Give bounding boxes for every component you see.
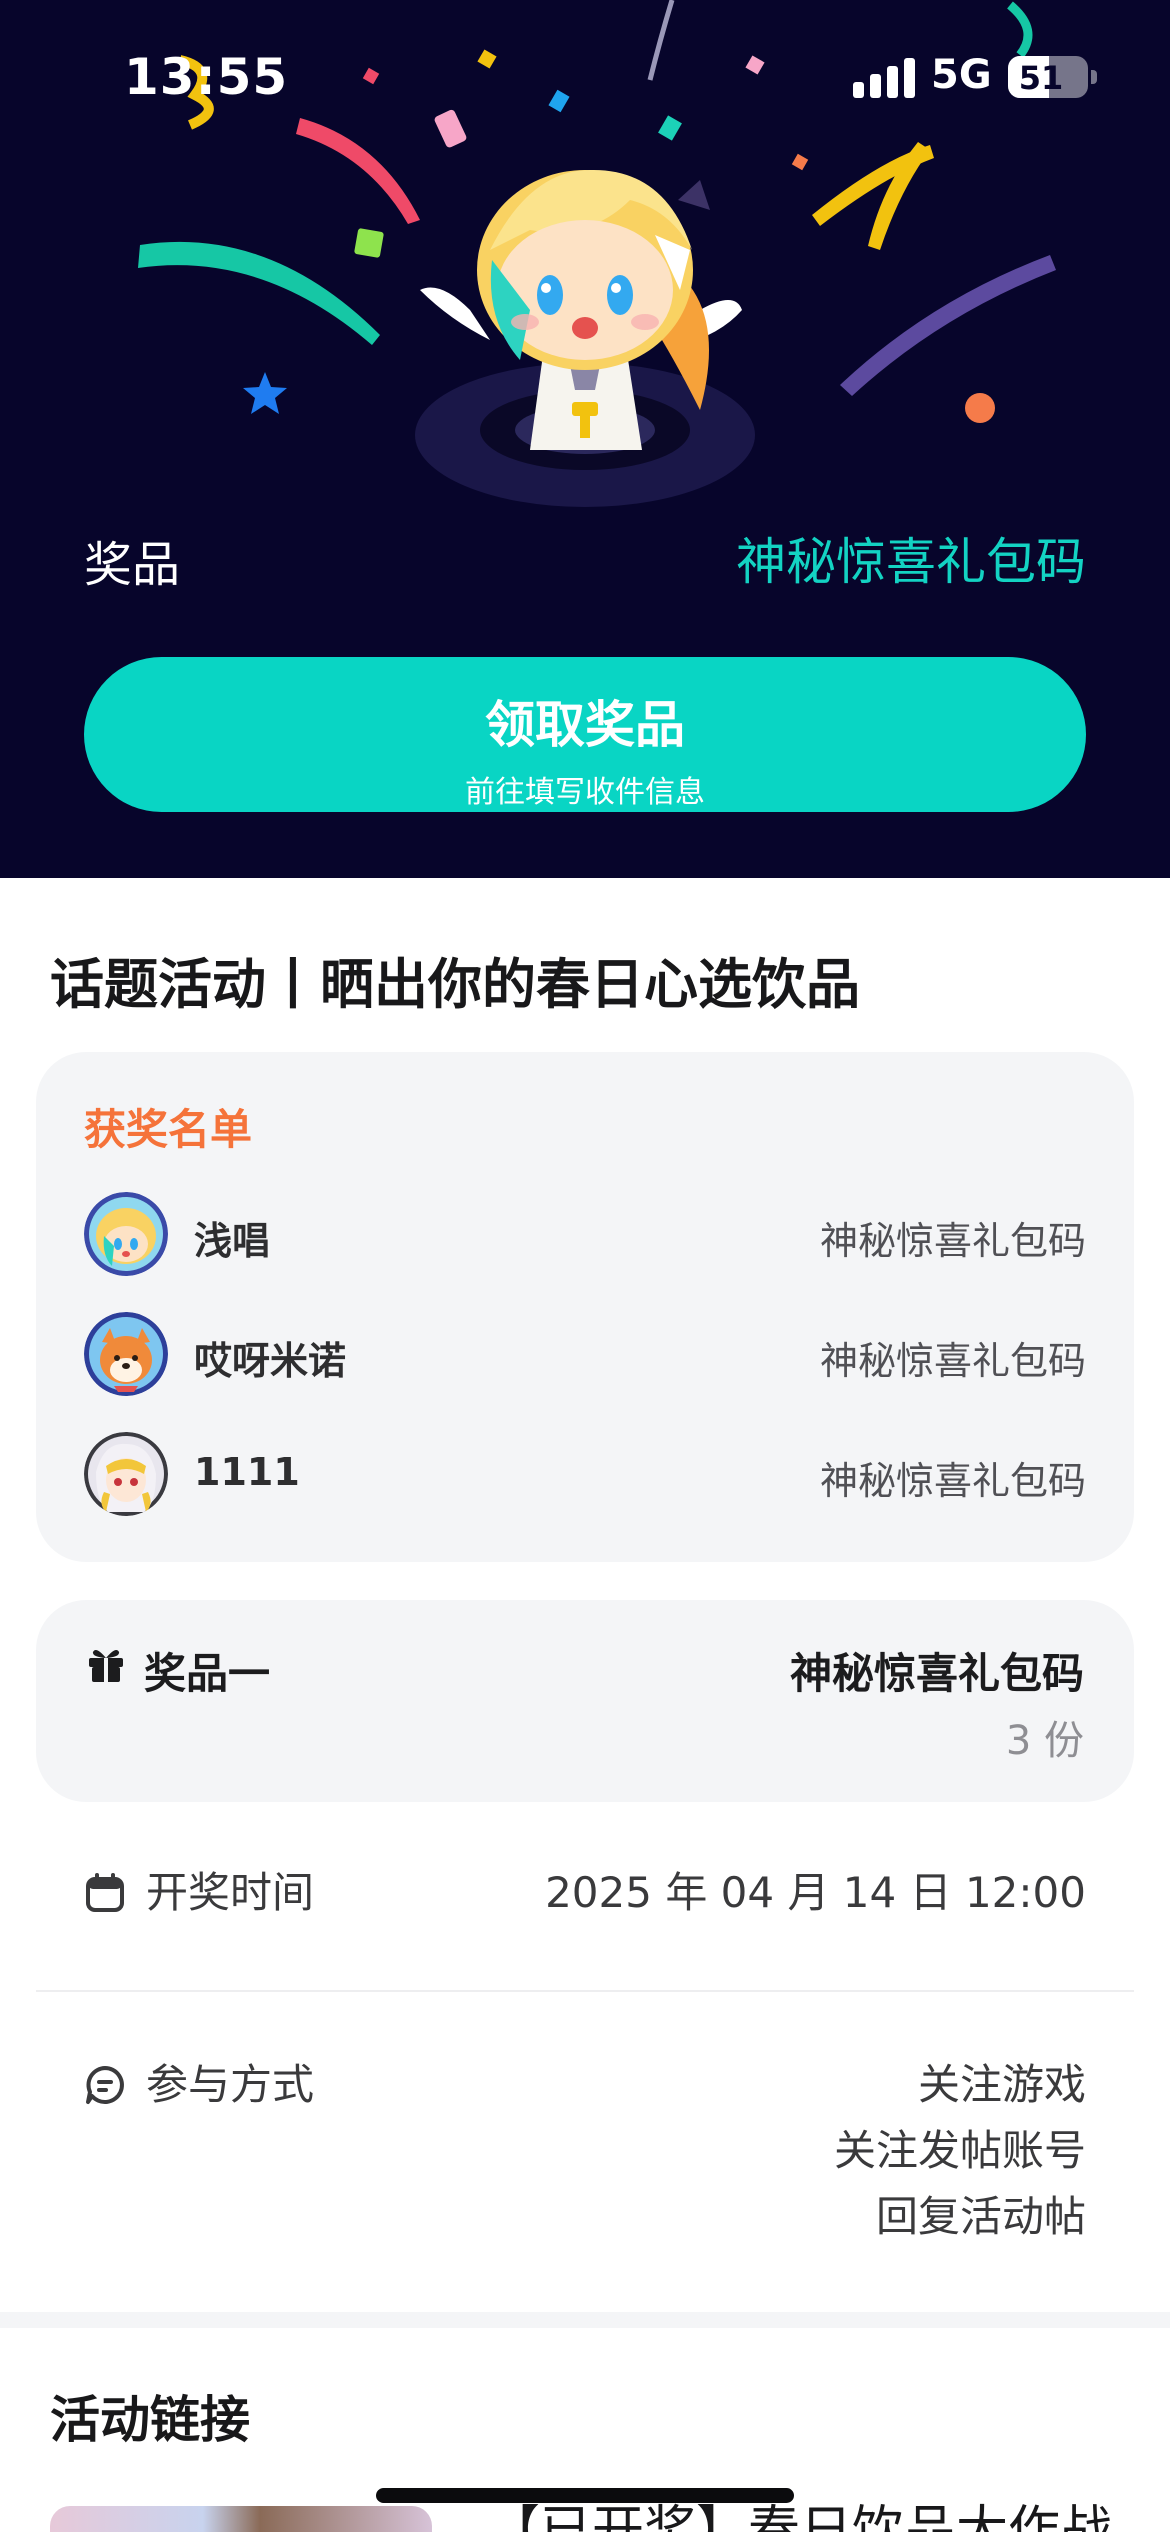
winner-name: 哎呀米诺 (194, 1339, 347, 1383)
participation-step: 关注发帖账号 (833, 2126, 1086, 2175)
claim-button-subtitle: 前往填写收件信息 (465, 775, 705, 810)
prize-label: 奖品一 (144, 1649, 271, 1698)
winner-prize: 神秘惊喜礼包码 (819, 1459, 1086, 1503)
prize-value: 神秘惊喜礼包码 (789, 1649, 1084, 1698)
participation-steps: 关注游戏 关注发帖账号 回复活动帖 (834, 2052, 1086, 2250)
prize-card: 奖品一 神秘惊喜礼包码 3 份 (36, 1600, 1134, 1802)
network-type: 5G (931, 52, 992, 98)
draw-time-value: 2025 年 04 月 14 日 12:00 (545, 1868, 1086, 1917)
participation-step: 回复活动帖 (875, 2192, 1086, 2241)
calendar-icon (86, 1873, 124, 1912)
hero-prize-value: 神秘惊喜礼包码 (736, 533, 1086, 591)
mascot-illustration (415, 169, 755, 507)
battery-level: 51 (1018, 59, 1064, 97)
participation-step: 关注游戏 (917, 2060, 1086, 2109)
topic-title: 话题活动丨晒出你的春日心选饮品 (50, 953, 860, 1016)
avatar[interactable] (84, 1192, 168, 1276)
hero-banner: 13:55 5G 51 奖品 神秘惊喜礼包码 领取奖品 前往填写收件信息 (0, 0, 1170, 878)
winner-row[interactable]: 哎呀米诺 神秘惊喜礼包码 (84, 1312, 1086, 1396)
hero-prize-label: 奖品 (84, 537, 181, 593)
avatar[interactable] (84, 1432, 168, 1516)
winners-card: 获奖名单 浅唱 神秘惊喜礼包码 哎呀米诺 神秘惊喜礼包码 1111 神秘惊喜礼包… (36, 1052, 1134, 1562)
status-bar: 13:55 5G 51 (0, 0, 1170, 150)
participation-label: 参与方式 (146, 2060, 315, 2109)
claim-button-title: 领取奖品 (485, 696, 685, 754)
link-thumbnail[interactable] (50, 2506, 432, 2532)
winner-prize: 神秘惊喜礼包码 (819, 1219, 1086, 1263)
chat-icon (86, 2066, 124, 2104)
battery-icon: 51 (1008, 56, 1088, 98)
home-indicator[interactable] (376, 2488, 794, 2503)
winners-heading: 获奖名单 (84, 1105, 253, 1154)
participation-row: 参与方式 关注游戏 关注发帖账号 回复活动帖 (84, 2052, 1086, 2252)
signal-icon (853, 58, 915, 98)
links-title: 活动链接 (50, 2391, 250, 2449)
draw-time-label: 开奖时间 (146, 1868, 315, 1917)
status-time: 13:55 (124, 48, 289, 106)
winner-row[interactable]: 1111 神秘惊喜礼包码 (84, 1432, 1086, 1516)
draw-time-row: 开奖时间 2025 年 04 月 14 日 12:00 (84, 1860, 1086, 1930)
section-separator (0, 2312, 1170, 2328)
avatar[interactable] (84, 1312, 168, 1396)
gift-icon (89, 1650, 123, 1682)
prize-count: 3 份 (1005, 1718, 1084, 1764)
winner-name: 1111 (194, 1450, 300, 1494)
divider (36, 1990, 1134, 1992)
battery-tip (1091, 70, 1097, 84)
winner-row[interactable]: 浅唱 神秘惊喜礼包码 (84, 1192, 1086, 1276)
claim-prize-button[interactable]: 领取奖品 前往填写收件信息 (84, 657, 1086, 812)
winner-name: 浅唱 (194, 1219, 271, 1263)
winner-prize: 神秘惊喜礼包码 (819, 1339, 1086, 1383)
